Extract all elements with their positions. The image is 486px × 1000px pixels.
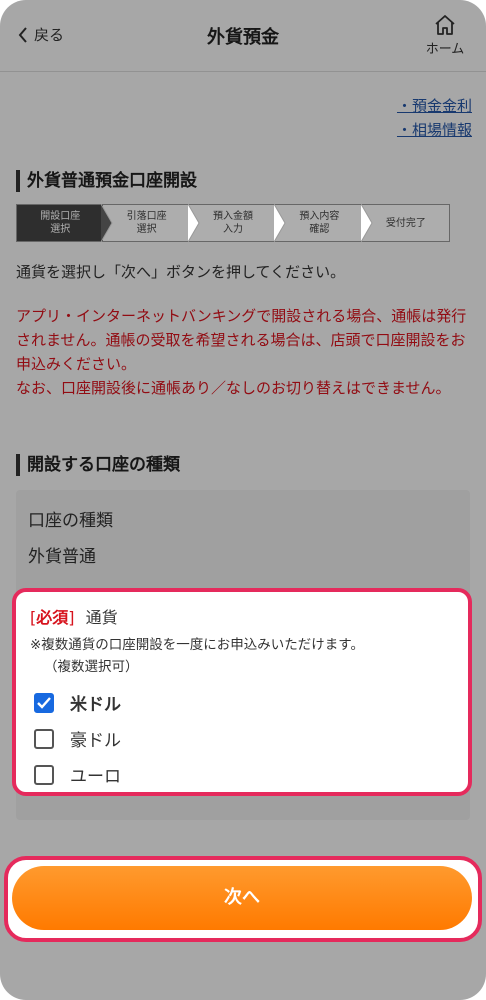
option-eur-label: ユーロ xyxy=(70,767,121,787)
account-type-label: 口座の種類 xyxy=(28,511,113,531)
checkbox-usd[interactable] xyxy=(34,692,54,713)
home-button[interactable]: ホーム xyxy=(420,14,470,57)
passbook-warning: アプリ・インターネットバンキングで開設される場合、通帳は発行されません。通帳の受… xyxy=(16,307,467,397)
page-title: 外貨預金 xyxy=(207,27,279,48)
section-title-account-type: 開設する口座の種類 xyxy=(16,454,180,476)
multi-currency-note: ※複数通貨の口座開設を一度にお申込みいただけます。 （複数選択可） xyxy=(30,637,364,675)
step-arrow-icon xyxy=(360,204,373,242)
section-title-account-opening: 外貨普通預金口座開設 xyxy=(16,170,197,192)
info-links: ・預金金利 ・相場情報 xyxy=(397,94,472,142)
account-type-value: 外貨普通 xyxy=(28,547,96,567)
deposit-rate-link[interactable]: ・預金金利 xyxy=(397,94,472,118)
step-arrow-icon xyxy=(101,204,113,242)
step-3: 預入金額 入力 xyxy=(189,204,286,242)
checkbox-aud[interactable] xyxy=(34,728,54,749)
currency-selection-card: [必須] 通貨 ※複数通貨の口座開設を一度にお申込みいただけます。 （複数選択可… xyxy=(12,588,472,796)
step-2: 引落口座 選択 xyxy=(103,204,200,242)
instruction-text: 通貨を選択し「次へ」ボタンを押してください。 xyxy=(16,263,346,281)
step-arrow-icon xyxy=(187,204,200,242)
option-aud[interactable]: 豪ドル xyxy=(34,726,121,751)
checkmark-icon xyxy=(37,696,51,709)
option-aud-label: 豪ドル xyxy=(70,731,121,751)
step-indicator: 開設口座 選択 引落口座 選択 預入金額 入力 預入内容 確認 受付完了 xyxy=(16,204,451,242)
step-arrow-icon xyxy=(274,204,286,242)
header: 戻る 外貨預金 ホーム xyxy=(0,0,486,72)
checkbox-eur[interactable] xyxy=(34,764,54,785)
currency-field-label: [必須] 通貨 xyxy=(30,608,118,627)
next-button[interactable]: 次へ xyxy=(12,866,472,930)
home-label: ホーム xyxy=(425,42,465,57)
step-1: 開設口座 選択 xyxy=(16,204,113,242)
required-badge: 必須 xyxy=(36,608,69,627)
step-4: 預入内容 確認 xyxy=(276,204,373,242)
option-usd-label: 米ドル xyxy=(70,695,121,715)
home-icon xyxy=(435,15,455,35)
screen: 戻る 外貨預金 ホーム ・預金金利 ・相場情報 外貨普通預金口座開設 開設口座選… xyxy=(0,0,486,1000)
option-usd[interactable]: 米ドル xyxy=(34,690,121,715)
step-5: 受付完了 xyxy=(362,204,451,242)
option-eur[interactable]: ユーロ xyxy=(34,762,121,787)
market-info-link[interactable]: ・相場情報 xyxy=(397,118,472,142)
